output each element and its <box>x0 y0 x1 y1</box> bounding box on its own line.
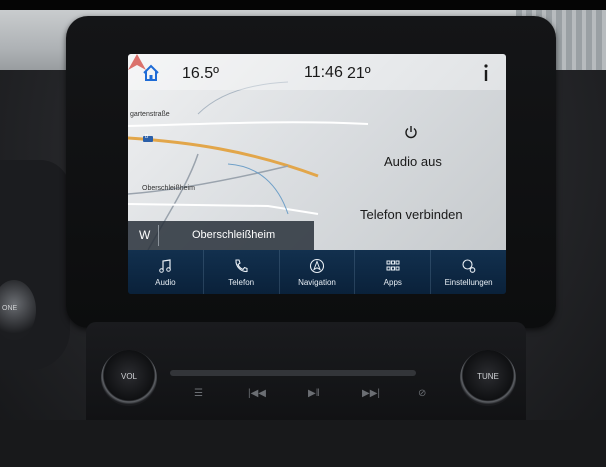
menu-item-apps[interactable]: Apps <box>355 250 432 294</box>
clock: 11:46 <box>304 64 343 81</box>
mute-button-icon[interactable]: ⊘ <box>418 388 426 399</box>
cd-slot <box>170 370 416 376</box>
compass-icon <box>309 258 325 273</box>
status-bar: 16.5º 11:46 21º <box>128 54 506 90</box>
music-note-icon <box>159 258 172 273</box>
location-divider <box>158 225 159 246</box>
menu-item-navigation[interactable]: Navigation <box>280 250 356 294</box>
settings-gear-icon <box>462 258 475 273</box>
lower-dashboard <box>0 420 606 467</box>
map-road-shield: B <box>145 134 149 140</box>
location-bar[interactable]: W Oberschleißheim <box>128 221 314 250</box>
volume-knob-label: VOL <box>120 372 137 381</box>
previous-track-button-icon[interactable]: |◀◀ <box>248 388 266 399</box>
menu-item-telefon[interactable]: Telefon <box>204 250 280 294</box>
cabin-temperature: 21º <box>347 65 371 82</box>
power-icon[interactable] <box>404 125 418 139</box>
compass-heading: W <box>139 228 151 242</box>
volume-knob[interactable]: VOL <box>101 350 157 406</box>
infotainment-screen: gartenstraße B Oberschleißheim 16.5º 11:… <box>128 54 506 294</box>
menu-item-audio[interactable]: Audio <box>128 250 204 294</box>
menu-item-einstellungen[interactable]: Einstellungen <box>431 250 506 294</box>
outside-temperature: 16.5º <box>182 65 219 82</box>
next-track-button-icon[interactable]: ▶▶| <box>362 388 380 399</box>
menu-label-navigation: Navigation <box>298 277 336 287</box>
left-knob-label: ONE <box>2 305 18 312</box>
map-street-label: gartenstraße <box>130 111 170 118</box>
audio-off-widget[interactable]: Audio aus <box>384 154 442 169</box>
tune-knob[interactable]: TUNE <box>460 350 516 406</box>
main-menu-bar: Audio Telefon Navigation Apps Einstellun… <box>128 250 506 294</box>
menu-label-apps: Apps <box>383 277 402 287</box>
menu-label-einstellungen: Einstellungen <box>444 277 493 287</box>
phone-icon <box>235 258 248 272</box>
phone-connect-widget[interactable]: Telefon verbinden <box>360 207 463 222</box>
menu-label-telefon: Telefon <box>228 277 255 287</box>
current-location-name: Oberschleißheim <box>192 229 276 241</box>
menu-label-audio: Audio <box>155 277 176 287</box>
apps-grid-icon <box>386 260 400 270</box>
play-pause-button-icon[interactable]: ▶‖ <box>308 388 320 399</box>
eq-settings-button-icon[interactable]: ☰ <box>194 388 203 399</box>
home-icon[interactable] <box>142 64 160 82</box>
info-icon[interactable] <box>480 63 492 83</box>
photo-top-edge <box>0 0 606 10</box>
map-town-label: Oberschleißheim <box>142 185 195 192</box>
tune-knob-label: TUNE <box>477 372 499 381</box>
